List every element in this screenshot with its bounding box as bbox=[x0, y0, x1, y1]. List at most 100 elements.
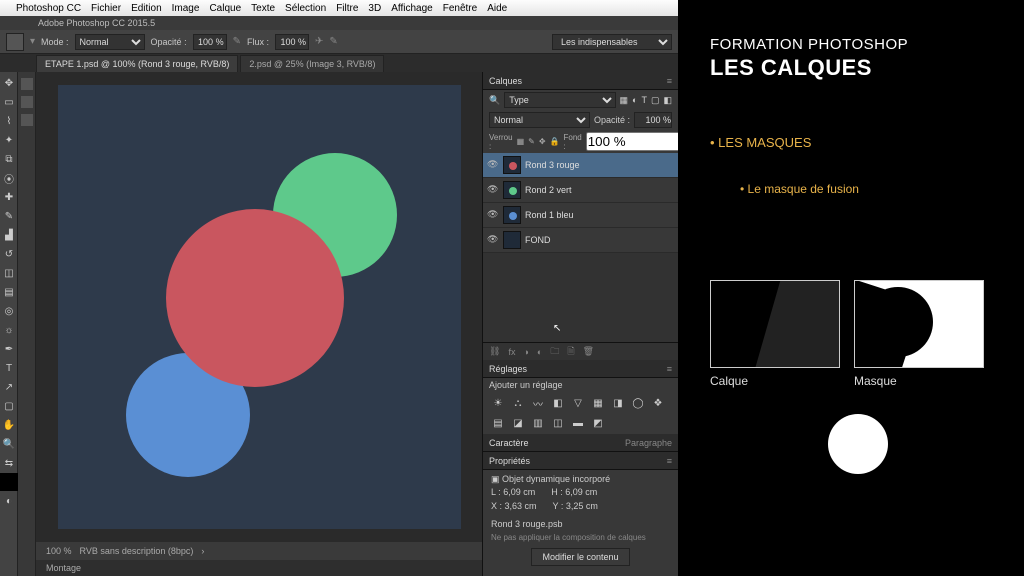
layer-thumb[interactable] bbox=[503, 231, 521, 249]
blend-mode-select[interactable]: Normal bbox=[75, 34, 145, 50]
layer-style-icon[interactable]: fx bbox=[508, 347, 515, 357]
layers-panel-tab[interactable]: Calques ≡ bbox=[483, 72, 678, 90]
menu-selection[interactable]: Sélection bbox=[285, 3, 326, 14]
add-mask-icon[interactable]: ◑ bbox=[523, 347, 528, 357]
visibility-icon[interactable]: 👁 bbox=[487, 209, 499, 221]
shape-tool-icon[interactable]: ▢ bbox=[0, 397, 18, 415]
panel-menu-icon[interactable]: ≡ bbox=[667, 364, 672, 374]
type-tool-icon[interactable]: T bbox=[0, 359, 18, 377]
heal-tool-icon[interactable]: ✚ bbox=[0, 188, 18, 206]
lookup-icon[interactable]: ▤ bbox=[491, 416, 505, 430]
brush-tool-icon[interactable]: ✎ bbox=[0, 207, 18, 225]
chevron-right-icon[interactable]: › bbox=[201, 546, 204, 556]
layer-name[interactable]: Rond 2 vert bbox=[525, 185, 572, 195]
brightness-icon[interactable]: ☀ bbox=[491, 396, 505, 410]
filter-adjust-icon[interactable]: ◐ bbox=[632, 95, 637, 105]
path-tool-icon[interactable]: ↗ bbox=[0, 378, 18, 396]
timeline-tab[interactable]: Montage bbox=[36, 560, 482, 576]
character-panel-tab[interactable]: Caractère Paragraphe bbox=[483, 434, 678, 452]
menu-3d[interactable]: 3D bbox=[368, 3, 381, 14]
eraser-tool-icon[interactable]: ◫ bbox=[0, 264, 18, 282]
layer-thumb[interactable] bbox=[503, 206, 521, 224]
filter-text-icon[interactable]: T bbox=[641, 95, 647, 105]
brush-size-icon[interactable]: ▾ bbox=[30, 36, 35, 47]
layer-blend-select[interactable]: Normal bbox=[489, 112, 590, 128]
visibility-icon[interactable]: 👁 bbox=[487, 184, 499, 196]
new-group-icon[interactable]: 🗀 bbox=[550, 344, 559, 360]
lock-all-icon[interactable]: 🔒 bbox=[550, 137, 560, 146]
actions-panel-icon[interactable] bbox=[21, 114, 33, 126]
link-layers-icon[interactable]: ⛓ bbox=[489, 346, 500, 357]
visibility-icon[interactable]: 👁 bbox=[487, 234, 499, 246]
flux-input[interactable] bbox=[275, 34, 309, 50]
layer-name[interactable]: Rond 3 rouge bbox=[525, 160, 580, 170]
quickmask-icon[interactable]: ◐ bbox=[0, 492, 18, 510]
history-panel-icon[interactable] bbox=[21, 96, 33, 108]
prop-l-value[interactable]: 6,09 cm bbox=[503, 487, 535, 497]
opacity-input[interactable] bbox=[193, 34, 227, 50]
menu-aide[interactable]: Aide bbox=[487, 3, 507, 14]
eyedropper-tool-icon[interactable]: ⦿ bbox=[0, 169, 18, 187]
move-tool-icon[interactable]: ✥ bbox=[0, 74, 18, 92]
gradient-tool-icon[interactable]: ▤ bbox=[0, 283, 18, 301]
layer-row[interactable]: 👁 FOND bbox=[483, 228, 678, 253]
tab-2psd[interactable]: 2.psd @ 25% (Image 3, RVB/8) bbox=[240, 55, 384, 72]
stamp-tool-icon[interactable]: ▟ bbox=[0, 226, 18, 244]
layer-row[interactable]: 👁 Rond 3 rouge bbox=[483, 153, 678, 178]
doc-info[interactable]: RVB sans description (8bpc) bbox=[80, 546, 194, 556]
gradient-map-icon[interactable]: ▬ bbox=[571, 416, 585, 430]
new-layer-icon[interactable]: 🗎 bbox=[567, 344, 574, 360]
brush-swatch[interactable] bbox=[6, 33, 24, 51]
menu-affichage[interactable]: Affichage bbox=[391, 3, 433, 14]
lock-transparency-icon[interactable]: ▦ bbox=[517, 137, 525, 146]
pressure-size-icon[interactable]: ✎ bbox=[329, 36, 337, 47]
exposure-icon[interactable]: ◧ bbox=[551, 396, 565, 410]
color-panel-icon[interactable] bbox=[21, 78, 33, 90]
menu-texte[interactable]: Texte bbox=[251, 3, 275, 14]
document-canvas[interactable] bbox=[58, 85, 461, 529]
menu-fenetre[interactable]: Fenêtre bbox=[443, 3, 477, 14]
invert-icon[interactable]: ◪ bbox=[511, 416, 525, 430]
blur-tool-icon[interactable]: ◎ bbox=[0, 302, 18, 320]
menu-filtre[interactable]: Filtre bbox=[336, 3, 358, 14]
canvas-area[interactable] bbox=[36, 72, 482, 542]
curves-icon[interactable]: 〰 bbox=[531, 396, 545, 410]
crop-tool-icon[interactable]: ⧉ bbox=[0, 150, 18, 168]
posterize-icon[interactable]: ▥ bbox=[531, 416, 545, 430]
filter-type-icon[interactable]: 🔍 bbox=[489, 95, 500, 106]
filter-smart-icon[interactable]: ◧ bbox=[663, 95, 672, 106]
filter-shape-icon[interactable]: ▢ bbox=[651, 95, 660, 106]
channel-mixer-icon[interactable]: ❖ bbox=[651, 396, 665, 410]
menu-fichier[interactable]: Fichier bbox=[91, 3, 121, 14]
menu-edition[interactable]: Edition bbox=[131, 3, 162, 14]
filter-pixel-icon[interactable]: ▦ bbox=[620, 95, 629, 106]
layer-row[interactable]: 👁 Rond 1 bleu bbox=[483, 203, 678, 228]
photo-filter-icon[interactable]: ◯ bbox=[631, 396, 645, 410]
layer-thumb[interactable] bbox=[503, 156, 521, 174]
prop-x-value[interactable]: 3,63 cm bbox=[505, 501, 537, 511]
edit-contents-button[interactable]: Modifier le contenu bbox=[531, 548, 629, 566]
bw-icon[interactable]: ◨ bbox=[611, 396, 625, 410]
levels-icon[interactable]: ⛬ bbox=[511, 396, 525, 410]
menu-calque[interactable]: Calque bbox=[209, 3, 241, 14]
selective-color-icon[interactable]: ◩ bbox=[591, 416, 605, 430]
properties-panel-tab[interactable]: Propriétés ≡ bbox=[483, 452, 678, 470]
menu-app[interactable]: Photoshop CC bbox=[16, 3, 81, 14]
foreground-swatch[interactable] bbox=[0, 473, 18, 491]
lock-position-icon[interactable]: ✥ bbox=[539, 137, 546, 146]
delete-layer-icon[interactable]: 🗑 bbox=[583, 346, 594, 357]
layer-name[interactable]: FOND bbox=[525, 235, 551, 245]
hue-icon[interactable]: ▦ bbox=[591, 396, 605, 410]
vibrance-icon[interactable]: ▽ bbox=[571, 396, 585, 410]
menu-image[interactable]: Image bbox=[172, 3, 200, 14]
threshold-icon[interactable]: ◫ bbox=[551, 416, 565, 430]
layer-row[interactable]: 👁 Rond 2 vert bbox=[483, 178, 678, 203]
adjustments-panel-tab[interactable]: Réglages ≡ bbox=[483, 360, 678, 378]
airbrush-icon[interactable]: ✈ bbox=[315, 36, 323, 47]
zoom-readout[interactable]: 100 % bbox=[46, 546, 72, 556]
new-adjustment-icon[interactable]: ◐ bbox=[537, 347, 542, 357]
dodge-tool-icon[interactable]: ☼ bbox=[0, 321, 18, 339]
zoom-tool-icon[interactable]: 🔍 bbox=[0, 435, 18, 453]
wand-tool-icon[interactable]: ✦ bbox=[0, 131, 18, 149]
lasso-tool-icon[interactable]: ⌇ bbox=[0, 112, 18, 130]
